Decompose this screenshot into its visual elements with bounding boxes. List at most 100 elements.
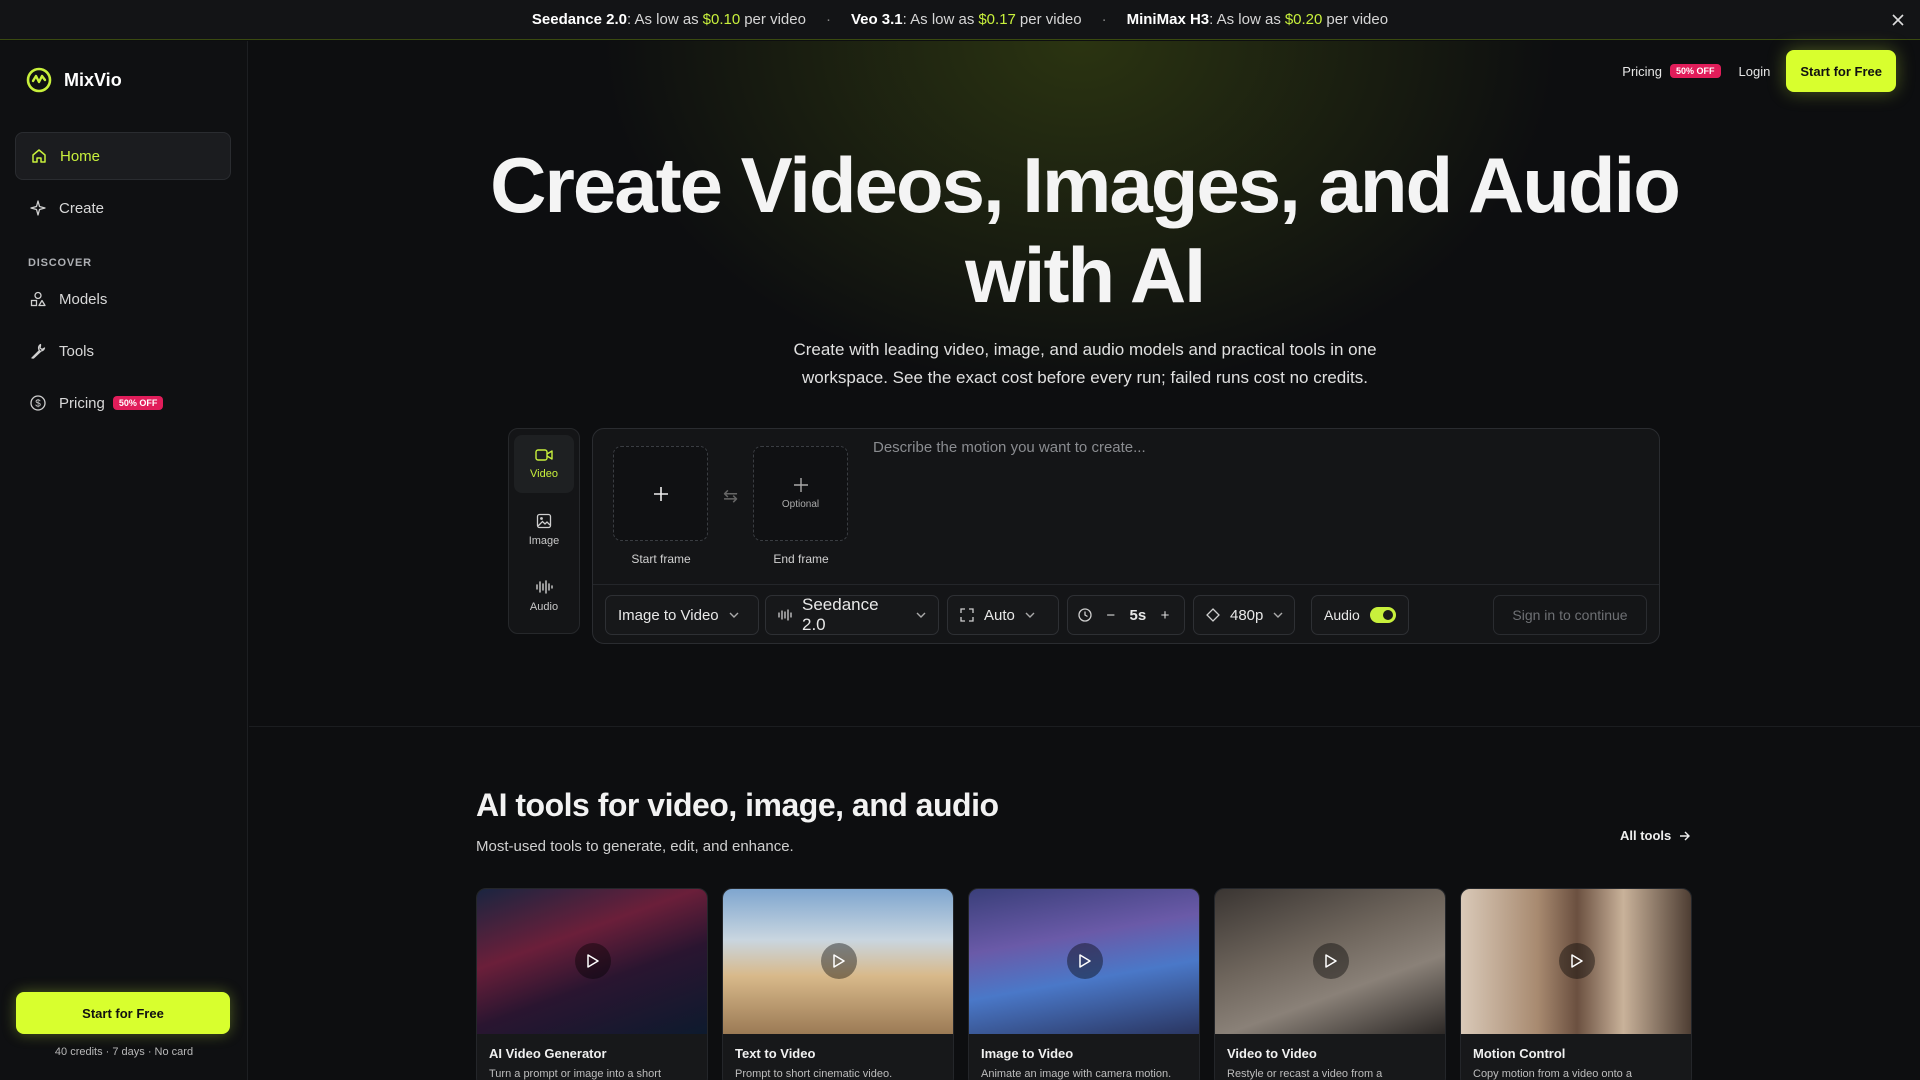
home-icon: [30, 147, 48, 165]
play-icon[interactable]: [1313, 943, 1349, 979]
sidebar-item-label: Pricing: [59, 394, 105, 412]
resolution-value: 480p: [1230, 606, 1264, 624]
clock-icon: [1078, 608, 1092, 622]
sidebar-item-create[interactable]: Create: [15, 184, 231, 232]
sidebar-item-label: Tools: [59, 342, 95, 360]
chevron-down-icon: [916, 612, 926, 618]
video-icon: [535, 448, 553, 462]
diamond-icon: [1206, 608, 1220, 622]
model-select[interactable]: Seedance 2.0: [765, 595, 939, 635]
mode-label: Audio: [529, 601, 559, 613]
start-free-button[interactable]: Start for Free: [1786, 50, 1896, 92]
mode-image[interactable]: Image: [514, 501, 574, 559]
tool-card-desc: Prompt to short cinematic video.: [735, 1068, 893, 1080]
task-select[interactable]: Image to Video: [605, 595, 759, 635]
sidebar-item-pricing[interactable]: $ Pricing 50% OFF: [15, 379, 231, 427]
shapes-icon: [29, 290, 47, 308]
sidebar-item-tools[interactable]: Tools: [15, 327, 231, 375]
resolution-select[interactable]: 480p: [1193, 595, 1295, 635]
play-icon[interactable]: [1559, 943, 1595, 979]
aspect-value: Auto: [984, 606, 1015, 624]
chevron-down-icon: [1025, 612, 1035, 618]
play-icon[interactable]: [575, 943, 611, 979]
tool-card-desc: Animate an image with camera motion.: [981, 1068, 1172, 1080]
duration-stepper[interactable]: − 5s +: [1067, 595, 1185, 635]
image-icon: [536, 513, 552, 529]
play-icon[interactable]: [821, 943, 857, 979]
promo-prefix: : As low as: [1209, 11, 1281, 28]
tool-card-title: Motion Control: [1473, 1046, 1566, 1061]
promo-price: $0.20: [1284, 11, 1323, 28]
discount-badge: 50% OFF: [1670, 64, 1721, 78]
tool-card-video-to-video[interactable]: Video to Video Restyle or recast a video…: [1214, 888, 1446, 1080]
tool-card-image-to-video[interactable]: Image to Video Animate an image with cam…: [968, 888, 1200, 1080]
brand-logo[interactable]: MixVio: [26, 67, 122, 93]
tools-section-title: AI tools for video, image, and audio: [476, 787, 999, 823]
discount-badge: 50% OFF: [112, 396, 164, 410]
sign-in-to-continue-button[interactable]: Sign in to continue: [1493, 595, 1647, 635]
hero-title: Create Videos, Images, and Audio with AI: [249, 140, 1920, 320]
tool-card-title: AI Video Generator: [489, 1046, 607, 1061]
tool-card-desc: Copy motion from a video onto a: [1473, 1068, 1632, 1080]
tools-section-subtitle: Most-used tools to generate, edit, and e…: [476, 838, 794, 855]
swap-frames-icon[interactable]: ⇆: [723, 486, 738, 507]
tool-card-desc: Restyle or recast a video from a: [1227, 1068, 1383, 1080]
login-link[interactable]: Login: [1739, 64, 1771, 79]
nav-pricing-link[interactable]: Pricing: [1622, 64, 1662, 79]
start-frame-label: Start frame: [631, 552, 691, 566]
generation-composer: Start frame ⇆ Optional End frame Image t…: [592, 428, 1660, 644]
wrench-icon: [29, 342, 47, 360]
promo-price: $0.17: [978, 11, 1016, 28]
promo-prefix: : As low as: [902, 11, 975, 28]
sidebar-item-models[interactable]: Models: [15, 275, 231, 323]
dollar-icon: $: [29, 394, 47, 412]
prompt-input[interactable]: [873, 439, 1633, 539]
end-frame-label: End frame: [773, 552, 829, 566]
chevron-down-icon: [1273, 612, 1283, 618]
sidebar-item-label: Create: [59, 199, 105, 217]
aspect-select[interactable]: Auto: [947, 595, 1059, 635]
tool-card-desc: Turn a prompt or image into a short: [489, 1068, 662, 1080]
composer-divider: [593, 584, 1659, 585]
tool-card-title: Video to Video: [1227, 1046, 1317, 1061]
sidebar-item-label: Home: [60, 147, 101, 165]
tool-card-text-to-video[interactable]: Text to Video Prompt to short cinematic …: [722, 888, 954, 1080]
audio-toggle[interactable]: Audio: [1311, 595, 1409, 635]
promo-model: Veo 3.1: [850, 11, 903, 28]
mode-label: Image: [528, 535, 560, 547]
hero-title-line1: Create Videos, Images, and Audio: [490, 141, 1681, 229]
close-icon[interactable]: [1888, 10, 1908, 30]
sidebar-item-home[interactable]: Home: [15, 132, 231, 180]
chevron-down-icon: [729, 612, 739, 618]
all-tools-link[interactable]: All tools: [1620, 828, 1691, 843]
sidebar-section-discover: DISCOVER: [28, 257, 92, 269]
sparkle-icon: [29, 199, 47, 217]
mode-video[interactable]: Video: [514, 435, 574, 493]
play-icon[interactable]: [1067, 943, 1103, 979]
mode-label: Video: [530, 468, 558, 480]
all-tools-label: All tools: [1620, 828, 1672, 843]
promo-suffix: per video: [1019, 11, 1082, 28]
hero-subtitle: Create with leading video, image, and au…: [793, 340, 1377, 387]
audio-wave-icon: [535, 579, 553, 595]
promo-model: Seedance 2.0: [531, 11, 627, 28]
sidebar-start-free-button[interactable]: Start for Free: [16, 992, 230, 1034]
audio-switch[interactable]: [1369, 607, 1396, 623]
mode-audio[interactable]: Audio: [514, 567, 574, 625]
tool-card-title: Image to Video: [981, 1046, 1074, 1061]
sidebar-item-label: Models: [59, 290, 108, 308]
sidebar-cta-note: 40 credits · 7 days · No card: [54, 1046, 194, 1058]
promo-prefix: : As low as: [626, 11, 699, 28]
start-frame-upload[interactable]: [613, 446, 708, 541]
duration-increase-button[interactable]: +: [1156, 607, 1174, 624]
promo-minimax: MiniMax H3 : As low as $0.20 per video: [1127, 11, 1388, 28]
mode-switcher: Video Image Audio: [508, 428, 580, 634]
tool-card-ai-video-generator[interactable]: AI Video Generator Turn a prompt or imag…: [476, 888, 708, 1080]
promo-suffix: per video: [744, 11, 806, 28]
duration-decrease-button[interactable]: −: [1102, 607, 1120, 624]
promo-veo: Veo 3.1 : As low as $0.17 per video: [851, 11, 1082, 28]
tool-card-motion-control[interactable]: Motion Control Copy motion from a video …: [1460, 888, 1692, 1080]
end-frame-upload[interactable]: Optional: [753, 446, 848, 541]
duration-value: 5s: [1129, 606, 1147, 624]
svg-text:$: $: [35, 399, 41, 410]
